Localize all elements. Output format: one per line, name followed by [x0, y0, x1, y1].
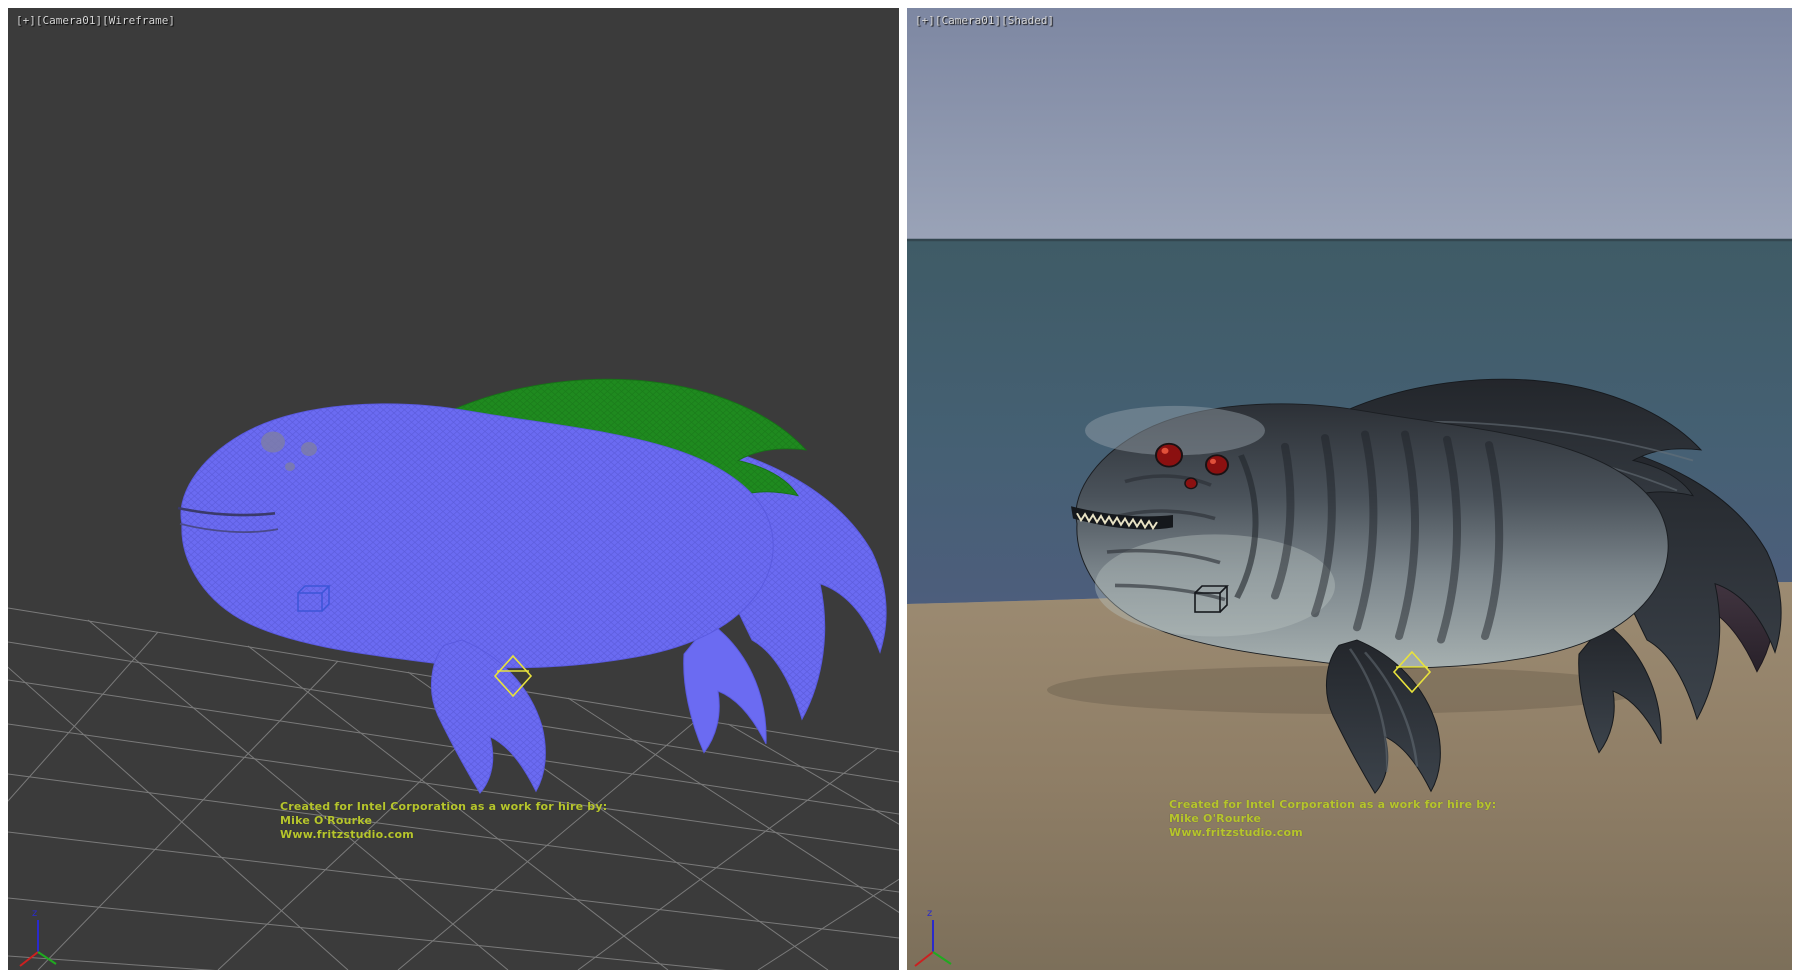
- eye-spot: [285, 462, 295, 471]
- sky: [907, 8, 1792, 240]
- watermark-text: Created for Intel Corporation as a work …: [280, 800, 607, 841]
- dual-viewport-area: z [+][Camera01][Wireframe] Created for I…: [0, 0, 1800, 978]
- eye-glint: [1210, 459, 1216, 464]
- viewport-wireframe[interactable]: z [+][Camera01][Wireframe] Created for I…: [8, 8, 899, 970]
- watermark-line: Created for Intel Corporation as a work …: [280, 800, 607, 814]
- watermark-line: Www.fritzstudio.com: [1169, 826, 1496, 840]
- fish-eye: [1156, 444, 1182, 467]
- fish-wireframe[interactable]: [178, 379, 886, 793]
- watermark-line: Mike O'Rourke: [1169, 812, 1496, 826]
- fish-eye: [1185, 478, 1197, 489]
- watermark-line: Created for Intel Corporation as a work …: [1169, 798, 1496, 812]
- watermark-line: Www.fritzstudio.com: [280, 828, 607, 842]
- axis-x: [20, 952, 38, 966]
- tail-lower-lobe[interactable]: [684, 622, 766, 752]
- viewport-label-shaded[interactable]: [+][Camera01][Shaded]: [915, 14, 1054, 27]
- watermark-line: Mike O'Rourke: [280, 814, 607, 828]
- viewport-label-wireframe[interactable]: [+][Camera01][Wireframe]: [16, 14, 175, 27]
- eye-spot: [301, 442, 317, 456]
- eye-spot: [261, 431, 285, 452]
- eye-glint: [1162, 448, 1169, 454]
- viewport-shaded[interactable]: z [+][Camera01][Shaded] Created for Inte…: [907, 8, 1792, 970]
- watermark-text: Created for Intel Corporation as a work …: [1169, 798, 1496, 839]
- fish-eye: [1206, 455, 1228, 474]
- axis-z-label: z: [32, 908, 37, 919]
- axis-z-label: z: [927, 908, 932, 919]
